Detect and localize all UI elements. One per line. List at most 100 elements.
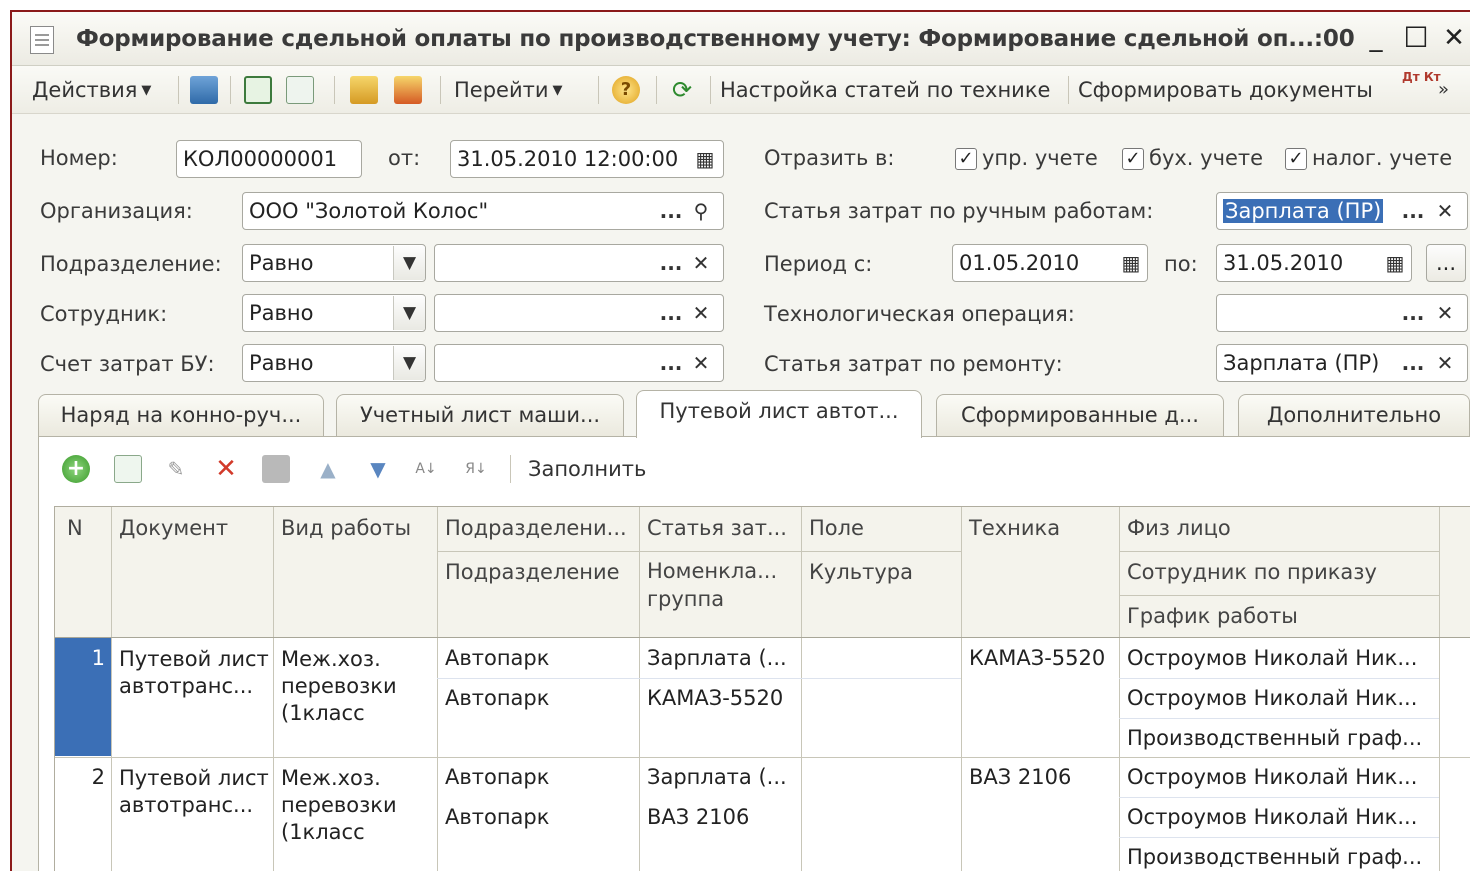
row-1-document[interactable]: Путевой лист автотранс...: [111, 638, 273, 756]
tech-operation-field[interactable]: ... ✕: [1216, 294, 1468, 332]
employee-field[interactable]: ... ✕: [434, 294, 724, 332]
maximize-button[interactable]: ☐: [1400, 22, 1432, 54]
unpost-icon[interactable]: [394, 76, 422, 104]
settings-button[interactable]: Настройка статей по технике: [720, 74, 1050, 106]
clear-icon[interactable]: ✕: [687, 246, 715, 280]
row-1-n[interactable]: 1: [55, 638, 105, 678]
row-1-work-schedule[interactable]: Производственный граф...: [1119, 718, 1439, 758]
help-icon[interactable]: ?: [612, 76, 640, 104]
more-icon[interactable]: »: [1438, 74, 1449, 106]
header-document[interactable]: Документ: [111, 507, 273, 549]
row-2-nomenclature-group[interactable]: ВАЗ 2106: [639, 797, 801, 837]
row-1-department[interactable]: Автопарк: [437, 638, 639, 678]
row-2-employee-by-order[interactable]: Остроумов Николай Ник...: [1119, 797, 1439, 837]
manual-cost-field[interactable]: Зарплата (ПР) ... ✕: [1216, 192, 1468, 230]
edit-icon[interactable]: ✎: [162, 455, 190, 483]
header-field[interactable]: Поле: [801, 507, 961, 549]
reflect-tax-checkbox[interactable]: ✓: [1285, 148, 1307, 170]
tab-machine-sheet[interactable]: Учетный лист маши...: [336, 394, 624, 436]
row-2-machinery[interactable]: ВАЗ 2106: [961, 757, 1119, 797]
ellipsis-button[interactable]: ...: [1399, 296, 1427, 330]
header-machinery[interactable]: Техника: [961, 507, 1119, 549]
clear-icon[interactable]: ✕: [1431, 296, 1459, 330]
header-n[interactable]: N: [59, 507, 111, 549]
clear-icon[interactable]: ✕: [687, 296, 715, 330]
dropdown-icon[interactable]: ▼: [393, 246, 425, 280]
tab-waybill[interactable]: Путевой лист автот...: [636, 390, 922, 438]
row-1-machinery[interactable]: КАМАЗ-5520: [961, 638, 1119, 678]
header-nomenclature-group[interactable]: Номенкла... группа: [639, 551, 801, 613]
department-condition-select[interactable]: Равно ▼: [242, 244, 426, 282]
header-department-2[interactable]: Подразделение: [437, 551, 639, 593]
generate-documents-button[interactable]: Сформировать документы: [1078, 74, 1373, 106]
period-select-button[interactable]: ...: [1426, 244, 1466, 282]
row-2-cost-item[interactable]: Зарплата (...: [639, 757, 801, 797]
search-icon[interactable]: ⚲: [687, 194, 715, 228]
tab-generated-docs[interactable]: Сформированные д...: [936, 394, 1224, 436]
header-cost-item[interactable]: Статья зат...: [639, 507, 801, 549]
add-icon[interactable]: +: [62, 455, 90, 483]
delete-icon[interactable]: ✕: [212, 455, 240, 483]
post-icon[interactable]: [350, 76, 378, 104]
department-field[interactable]: ... ✕: [434, 244, 724, 282]
clear-icon[interactable]: ✕: [1431, 346, 1459, 380]
employee-condition-select[interactable]: Равно ▼: [242, 294, 426, 332]
ellipsis-button[interactable]: ...: [657, 246, 685, 280]
actions-menu[interactable]: Действия ▼: [32, 74, 151, 106]
row-1-employee-by-order[interactable]: Остроумов Николай Ник...: [1119, 678, 1439, 718]
minimize-button[interactable]: _: [1360, 22, 1392, 54]
header-culture[interactable]: Культура: [801, 551, 961, 593]
period-to-field[interactable]: 31.05.2010 ▦: [1216, 244, 1412, 282]
row-2-document[interactable]: Путевой лист автотранс...: [111, 757, 273, 871]
post-and-close-icon[interactable]: [190, 76, 218, 104]
row-2-department-2[interactable]: Автопарк: [437, 797, 639, 837]
refresh-icon[interactable]: ⟳: [668, 76, 696, 104]
repair-cost-field[interactable]: Зарплата (ПР) ... ✕: [1216, 344, 1468, 382]
cost-account-field[interactable]: ... ✕: [434, 344, 724, 382]
row-2-department[interactable]: Автопарк: [437, 757, 639, 797]
ellipsis-button[interactable]: ...: [657, 194, 685, 228]
row-2-person[interactable]: Остроумов Николай Ник...: [1119, 757, 1439, 797]
clear-icon[interactable]: ✕: [687, 346, 715, 380]
row-2-work-type[interactable]: Меж.хоз. перевозки (1класс: [273, 757, 437, 871]
tab-additional[interactable]: Дополнительно: [1238, 394, 1470, 436]
header-department[interactable]: Подразделени...: [437, 507, 639, 549]
row-1-nomenclature-group[interactable]: КАМАЗ-5520: [639, 678, 801, 718]
clear-icon[interactable]: ✕: [1431, 194, 1459, 228]
row-1-work-type[interactable]: Меж.хоз. перевозки (1класс: [273, 638, 437, 756]
cost-account-condition-select[interactable]: Равно ▼: [242, 344, 426, 382]
tab-horse-manual[interactable]: Наряд на конно-руч...: [38, 394, 324, 436]
goto-menu[interactable]: Перейти ▼: [454, 74, 563, 106]
row-1-cost-item[interactable]: Зарплата (...: [639, 638, 801, 678]
reread-icon[interactable]: [244, 76, 272, 104]
header-person[interactable]: Физ лицо: [1119, 507, 1439, 549]
save-icon[interactable]: [262, 455, 290, 483]
organization-field[interactable]: ООО "Золотой Колос" ... ⚲: [242, 192, 724, 230]
date-field[interactable]: 31.05.2010 12:00:00 ▦: [450, 140, 724, 178]
calendar-icon[interactable]: ▦: [1117, 246, 1145, 280]
fill-button[interactable]: Заполнить: [528, 453, 646, 485]
calendar-icon[interactable]: ▦: [691, 142, 719, 176]
ellipsis-button[interactable]: ...: [1399, 194, 1427, 228]
row-2-work-schedule[interactable]: Производственный граф...: [1119, 837, 1439, 871]
dropdown-icon[interactable]: ▼: [393, 296, 425, 330]
ellipsis-button[interactable]: ...: [1399, 346, 1427, 380]
row-1-person[interactable]: Остроумов Николай Ник...: [1119, 638, 1439, 678]
header-work-schedule[interactable]: График работы: [1119, 595, 1439, 637]
sort-desc-icon[interactable]: Я↓: [462, 455, 490, 483]
ellipsis-button[interactable]: ...: [657, 346, 685, 380]
copy-row-icon[interactable]: [114, 455, 142, 483]
number-field[interactable]: КОЛ00000001: [176, 140, 362, 178]
header-employee-by-order[interactable]: Сотрудник по приказу: [1119, 551, 1439, 593]
header-work-type[interactable]: Вид работы: [273, 507, 437, 549]
calendar-icon[interactable]: ▦: [1381, 246, 1409, 280]
move-up-icon[interactable]: ▲: [314, 455, 342, 483]
reflect-mgmt-checkbox[interactable]: ✓: [955, 148, 977, 170]
sort-asc-icon[interactable]: А↓: [412, 455, 440, 483]
close-button[interactable]: ✕: [1438, 22, 1470, 54]
reflect-acc-checkbox[interactable]: ✓: [1122, 148, 1144, 170]
ellipsis-button[interactable]: ...: [657, 296, 685, 330]
dt-kt-icon[interactable]: Дт Кт: [1402, 70, 1441, 102]
row-1-department-2[interactable]: Автопарк: [437, 678, 639, 718]
period-from-field[interactable]: 01.05.2010 ▦: [952, 244, 1148, 282]
